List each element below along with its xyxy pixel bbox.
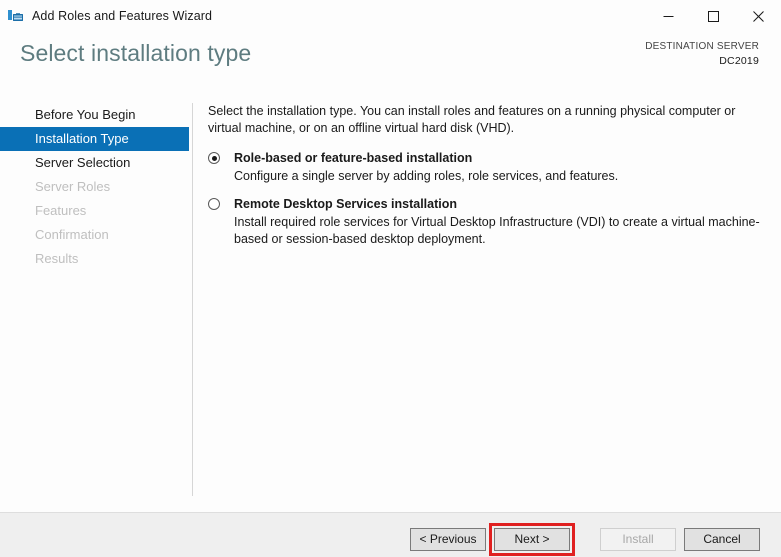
destination-server-block: DESTINATION SERVER DC2019 [645, 40, 759, 68]
radio-option-remote-desktop-services[interactable]: Remote Desktop Services installation Ins… [208, 196, 761, 248]
maximize-icon[interactable] [691, 0, 736, 32]
sidebar-item-installation-type[interactable]: Installation Type [0, 127, 189, 151]
minimize-icon[interactable] [646, 0, 691, 32]
footer-button-bar: < Previous Next > Install Cancel [410, 523, 760, 556]
sidebar-item-before-you-begin[interactable]: Before You Begin [0, 103, 189, 127]
title-bar-left: Add Roles and Features Wizard [0, 8, 212, 25]
radio-description-role-based: Configure a single server by adding role… [234, 169, 619, 183]
radio-label-role-based: Role-based or feature-based installation [234, 151, 473, 165]
destination-server-name: DC2019 [719, 55, 759, 67]
installation-type-radio-group: Role-based or feature-based installation… [208, 150, 761, 248]
destination-server-label: DESTINATION SERVER [645, 41, 759, 52]
intro-text: Select the installation type. You can in… [208, 104, 736, 135]
title-bar: Add Roles and Features Wizard [0, 0, 781, 32]
cancel-button-slot: Cancel [684, 528, 760, 551]
previous-button[interactable]: < Previous [410, 528, 486, 551]
radio-description-remote-desktop-services: Install required role services for Virtu… [234, 215, 760, 246]
sidebar-item-features: Features [35, 203, 87, 218]
radio-option-role-based[interactable]: Role-based or feature-based installation… [208, 150, 761, 185]
install-button-slot: Install [600, 528, 676, 551]
radio-button-role-based[interactable] [208, 152, 220, 164]
cancel-button[interactable]: Cancel [684, 528, 760, 551]
radio-label-remote-desktop-services: Remote Desktop Services installation [234, 197, 457, 211]
wizard-window: Add Roles and Features Wizard Select ins… [0, 0, 781, 557]
sidebar-item-results: Results [35, 251, 79, 266]
sidebar-item-confirmation: Confirmation [35, 227, 109, 242]
page-title: Select installation type [20, 40, 252, 66]
install-button: Install [600, 528, 676, 551]
next-button[interactable]: Next > [494, 528, 570, 551]
close-icon[interactable] [736, 0, 781, 32]
wizard-footer: < Previous Next > Install Cancel [0, 512, 781, 557]
sidebar-item-server-roles: Server Roles [35, 179, 111, 194]
sidebar-item-server-selection[interactable]: Server Selection [0, 151, 189, 175]
radio-button-remote-desktop-services[interactable] [208, 198, 220, 210]
server-toolbox-icon [7, 8, 24, 25]
page-header: Select installation type DESTINATION SER… [0, 32, 781, 94]
next-button-highlight: Next > [489, 523, 575, 556]
wizard-sidebar: Before You Begin Installation Type Serve… [0, 94, 193, 512]
window-title: Add Roles and Features Wizard [32, 9, 213, 23]
window-controls [646, 0, 781, 32]
wizard-content: Select the installation type. You can in… [192, 94, 781, 512]
wizard-body: Before You Begin Installation Type Serve… [0, 94, 781, 512]
